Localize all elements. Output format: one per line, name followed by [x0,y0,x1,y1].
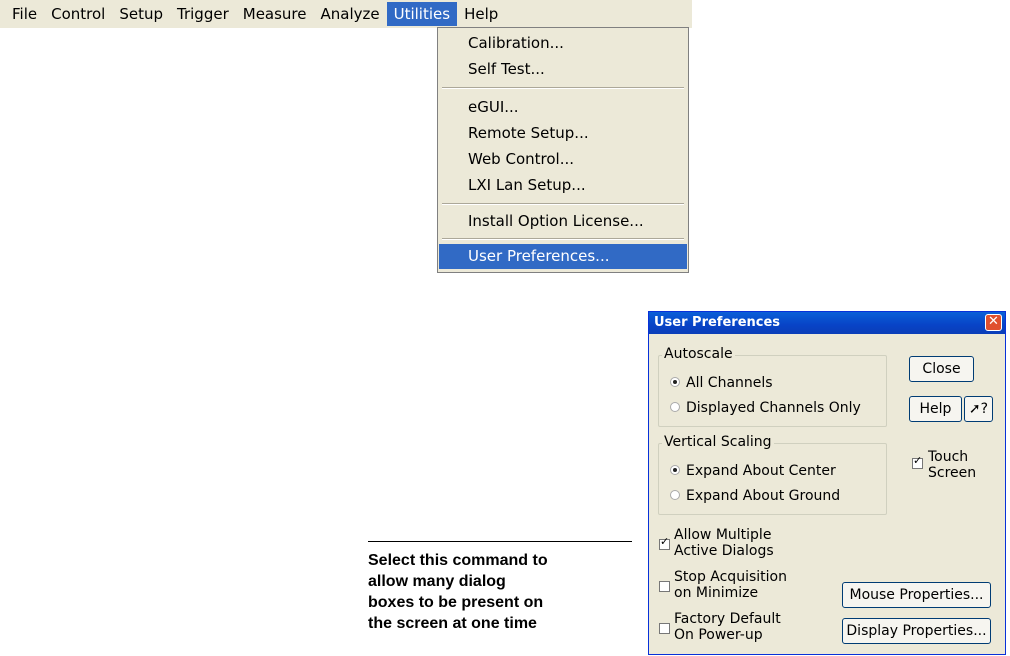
label-line: Allow Multiple [674,527,772,543]
callout-line: allow many dialog [368,573,506,590]
vertical-scaling-group: Vertical Scaling Expand About Center Exp… [658,434,887,515]
dialog-title: User Preferences [654,315,781,330]
display-properties-button[interactable]: Display Properties... [842,618,991,644]
autoscale-group: Autoscale All Channels Displayed Channel… [658,346,887,427]
callout-rule [368,541,632,542]
help-button[interactable]: Help [909,396,962,422]
radio-selected-icon [670,377,680,387]
user-preferences-dialog: User Preferences ✕ Autoscale All Channel… [648,311,1006,655]
menu-item-install-option-license[interactable]: Install Option License... [439,209,687,234]
allow-multiple-dialogs-label: Allow Multiple Active Dialogs [674,527,774,559]
menu-item-lxi-lan-setup[interactable]: LXI Lan Setup... [439,173,687,198]
label-line: On Power-up [674,627,763,643]
radio-label: Displayed Channels Only [686,400,861,416]
dialog-titlebar[interactable]: User Preferences ✕ [649,312,1005,334]
close-button[interactable]: Close [909,356,974,382]
menu-measure[interactable]: Measure [236,2,314,26]
close-icon[interactable]: ✕ [985,314,1002,331]
stop-acquisition-label: Stop Acquisition on Minimize [674,569,787,601]
label-line: Touch [928,449,969,465]
radio-label: All Channels [686,375,773,391]
menu-item-egui[interactable]: eGUI... [439,95,687,120]
label-line: on Minimize [674,585,759,601]
menu-item-user-preferences[interactable]: User Preferences... [439,244,687,269]
menu-separator [442,203,684,205]
touch-screen-checkbox[interactable] [912,454,923,469]
radio-unselected-icon [670,490,680,500]
callout-text: Select this command to allow many dialog… [368,550,638,634]
vertical-scaling-legend: Vertical Scaling [662,434,774,450]
menu-item-calibration[interactable]: Calibration... [439,31,687,56]
mouse-properties-button[interactable]: Mouse Properties... [842,582,991,608]
callout-line: the screen at one time [368,615,537,632]
stop-acquisition-checkbox[interactable] [659,581,670,592]
radio-selected-icon [670,465,680,475]
menu-separator [442,87,684,89]
factory-default-checkbox[interactable] [659,623,670,634]
whats-this-button[interactable]: ➚? [964,396,993,422]
menu-bar: File Control Setup Trigger Measure Analy… [0,0,692,28]
utilities-dropdown: Calibration... Self Test... eGUI... Remo… [437,27,689,273]
menu-control[interactable]: Control [44,2,112,26]
factory-default-label: Factory Default On Power-up [674,611,781,643]
touch-screen-label: Touch Screen [928,449,976,481]
label-line: Factory Default [674,611,781,627]
menu-separator [442,238,684,240]
label-line: Screen [928,465,977,481]
radio-all-channels[interactable]: All Channels [670,375,773,391]
pointer-help-icon: ➚ [968,401,981,417]
menu-file[interactable]: File [0,2,44,26]
radio-expand-about-ground[interactable]: Expand About Ground [670,488,840,504]
radio-label: Expand About Ground [686,488,841,504]
label-line: Stop Acquisition [674,569,787,585]
menu-item-self-test[interactable]: Self Test... [439,57,687,82]
callout-line: boxes to be present on [368,594,544,611]
label-line: Active Dialogs [674,543,774,559]
menu-help[interactable]: Help [457,2,505,26]
menu-setup[interactable]: Setup [112,2,170,26]
callout-line: Select this command to [368,552,548,569]
menu-analyze[interactable]: Analyze [314,2,387,26]
radio-displayed-channels-only[interactable]: Displayed Channels Only [670,400,861,416]
whats-this-label: ? [980,401,989,417]
menu-utilities[interactable]: Utilities [386,2,458,26]
menu-item-web-control[interactable]: Web Control... [439,147,687,172]
allow-multiple-dialogs-checkbox[interactable] [659,535,670,550]
autoscale-legend: Autoscale [662,346,735,362]
menu-item-remote-setup[interactable]: Remote Setup... [439,121,687,146]
menu-trigger[interactable]: Trigger [170,2,236,26]
radio-expand-about-center[interactable]: Expand About Center [670,463,836,479]
radio-unselected-icon [670,402,680,412]
radio-label: Expand About Center [686,463,836,479]
